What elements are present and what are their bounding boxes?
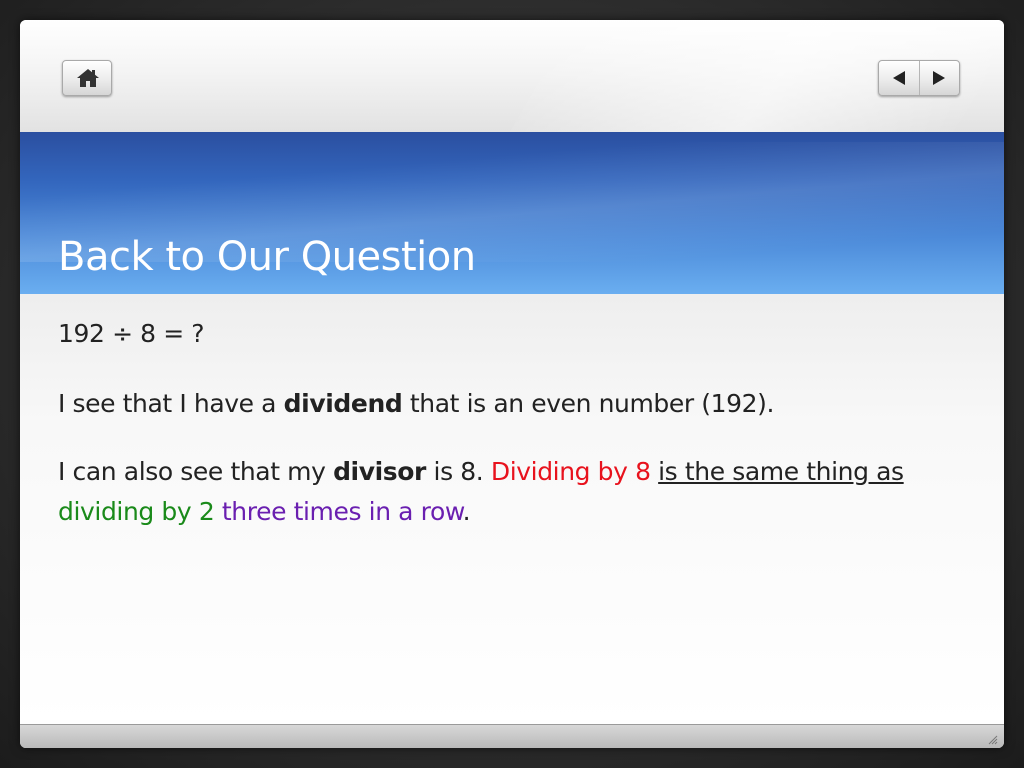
home-button[interactable] xyxy=(62,60,112,96)
title-band: Back to Our Question xyxy=(20,132,1004,294)
triangle-right-icon xyxy=(933,71,945,85)
text-segment: . xyxy=(462,497,471,526)
triangle-left-icon xyxy=(893,71,905,85)
dividing-by-2-text: dividing by 2 xyxy=(58,497,215,526)
slide-header xyxy=(20,20,1004,132)
slide: Back to Our Question 192 ÷ 8 = ? I see t… xyxy=(20,20,1004,748)
dividend-term: dividend xyxy=(283,389,403,418)
equation-line: 192 ÷ 8 = ? xyxy=(58,319,205,348)
text-segment: I see that I have a xyxy=(58,389,284,418)
slide-body: 192 ÷ 8 = ? I see that I have a dividend… xyxy=(20,294,1004,724)
slide-title: Back to Our Question xyxy=(58,234,476,280)
home-icon xyxy=(77,69,99,87)
divisor-term: divisor xyxy=(333,457,426,486)
same-thing-as-text: is the same thing as xyxy=(658,457,904,486)
resize-grip-icon[interactable] xyxy=(986,733,998,745)
dividend-sentence: I see that I have a dividend that is an … xyxy=(58,384,958,424)
next-slide-button[interactable] xyxy=(919,61,959,95)
text-space xyxy=(214,497,222,526)
text-segment: I can also see that my xyxy=(58,457,334,486)
bottom-bar xyxy=(20,724,1004,748)
text-segment: that is an even number (192). xyxy=(402,389,775,418)
three-times-text: three times in a row xyxy=(221,497,463,526)
slide-navigation xyxy=(878,60,960,96)
text-space xyxy=(651,457,659,486)
text-segment: is 8. xyxy=(425,457,491,486)
divisor-sentence: I can also see that my divisor is 8. Div… xyxy=(58,452,958,532)
dividing-by-8-text: Dividing by 8 xyxy=(490,457,651,486)
previous-slide-button[interactable] xyxy=(879,61,920,95)
